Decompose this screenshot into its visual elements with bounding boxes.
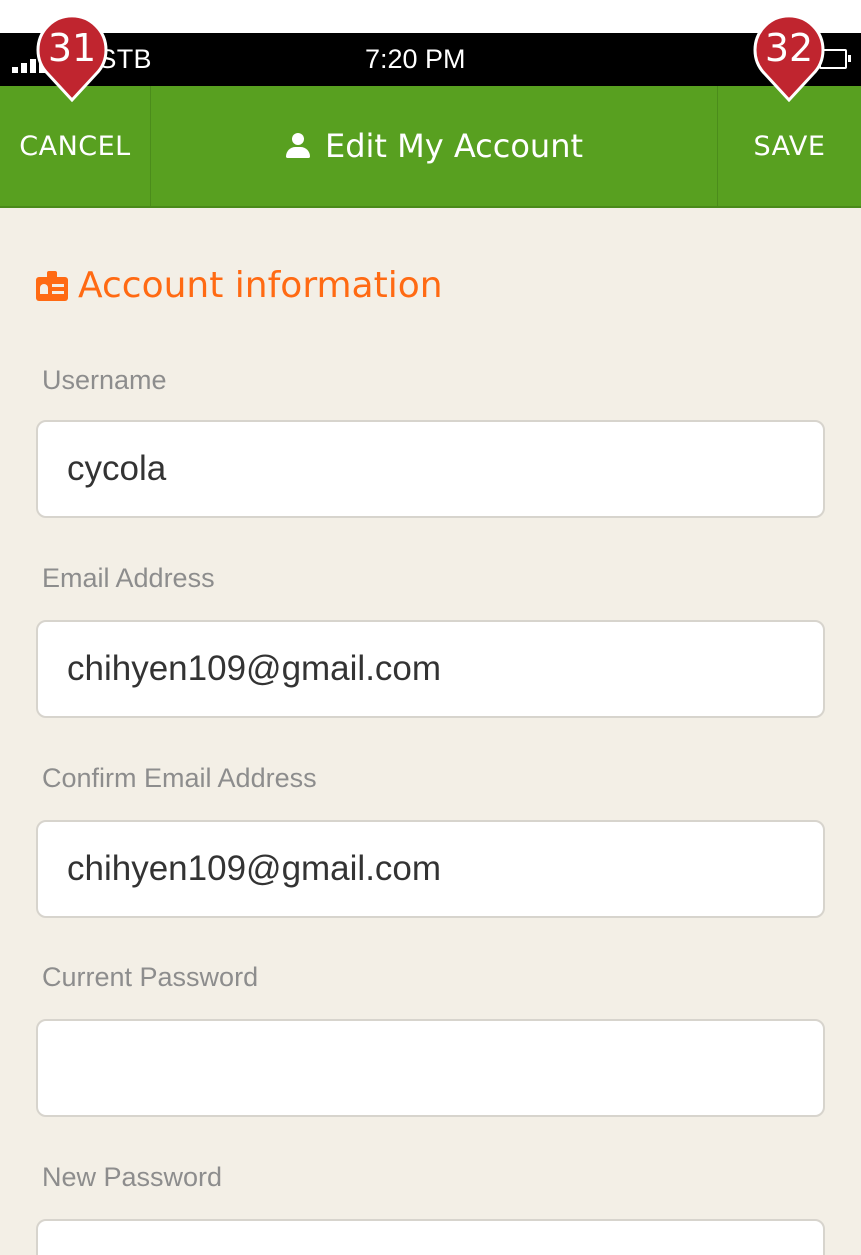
annotation-marker-number: 31: [47, 26, 97, 70]
current-password-field[interactable]: [36, 1019, 825, 1117]
annotation-marker-32: 32: [751, 16, 827, 102]
navigation-bar: CANCEL Edit My Account SAVE: [0, 86, 861, 208]
email-field[interactable]: [36, 620, 825, 718]
username-label: Username: [42, 365, 167, 395]
user-icon: [285, 133, 311, 159]
current-password-label: Current Password: [42, 962, 259, 992]
new-password-field[interactable]: [36, 1219, 825, 1255]
confirm-email-label: Confirm Email Address: [42, 763, 317, 793]
email-label: Email Address: [42, 563, 215, 593]
app-screen: HW-STB 7:20 PM CANCEL Edit My Account SA…: [0, 33, 861, 1255]
username-field[interactable]: [36, 420, 825, 518]
status-bar: HW-STB 7:20 PM: [0, 33, 861, 86]
section-heading: Account information: [36, 265, 443, 306]
status-time: 7:20 PM: [365, 44, 466, 74]
page-title-text: Edit My Account: [324, 127, 584, 165]
confirm-email-field[interactable]: [36, 820, 825, 918]
new-password-label: New Password: [42, 1162, 223, 1192]
id-badge-icon: [36, 270, 68, 301]
section-heading-text: Account information: [78, 265, 443, 306]
cancel-button[interactable]: CANCEL: [0, 86, 151, 206]
page-title: Edit My Account: [150, 86, 718, 206]
save-button[interactable]: SAVE: [717, 86, 861, 206]
annotation-marker-31: 31: [34, 16, 110, 102]
annotation-marker-number: 32: [764, 26, 814, 70]
